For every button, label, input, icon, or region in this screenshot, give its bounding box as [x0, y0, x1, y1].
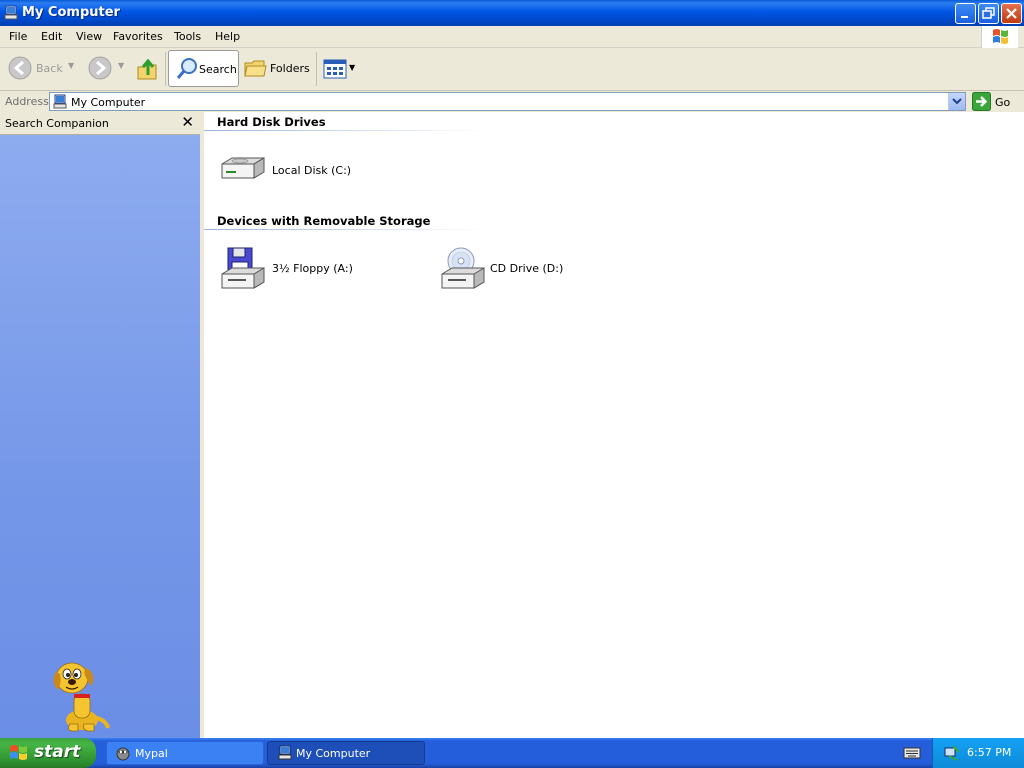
address-dropdown-button[interactable] — [948, 93, 965, 110]
address-bar: Address My Computer Go — [0, 91, 1024, 112]
search-label: Search — [199, 63, 237, 76]
go-label: Go — [995, 96, 1011, 109]
menu-file[interactable]: File — [9, 30, 27, 43]
toolbar-separator — [165, 52, 166, 86]
back-dropdown-icon: ▼ — [68, 61, 75, 70]
computer-icon — [53, 94, 67, 109]
mypal-icon — [116, 747, 130, 761]
content-area: Hard Disk Drives Local Disk (C:) Devices… — [204, 112, 1024, 738]
title-bar[interactable]: My Computer — [0, 0, 1024, 26]
address-label: Address — [5, 95, 49, 108]
search-companion-pane: Search Companion ✕ — [0, 112, 200, 738]
network-icon[interactable] — [943, 744, 961, 762]
windows-flag-icon — [993, 29, 1008, 44]
system-tray: 6:57 PM — [932, 738, 1024, 768]
views-icon — [323, 59, 347, 79]
close-button[interactable] — [1001, 3, 1022, 24]
taskbar: start Mypal My Computer 6:57 PM — [0, 738, 1024, 768]
drive-item-local-disk-c[interactable]: Local Disk (C:) — [218, 152, 358, 188]
views-dropdown-icon: ▼ — [349, 63, 356, 72]
up-folder-icon — [137, 58, 157, 80]
search-companion-title: Search Companion — [5, 117, 109, 130]
chevron-down-icon — [952, 98, 962, 105]
views-button[interactable]: ▼ — [323, 58, 357, 80]
clock[interactable]: 6:57 PM — [967, 746, 1011, 759]
address-input[interactable]: My Computer — [49, 92, 966, 111]
restore-button[interactable] — [978, 3, 999, 24]
menu-tools[interactable]: Tools — [174, 30, 201, 43]
drive-label: 3½ Floppy (A:) — [272, 262, 353, 275]
minimize-button[interactable] — [955, 3, 976, 24]
drive-label: Local Disk (C:) — [272, 164, 352, 177]
window-title: My Computer — [22, 5, 120, 20]
taskbar-label: Mypal — [135, 747, 168, 760]
close-icon — [1006, 8, 1017, 19]
folders-button[interactable]: Folders — [243, 56, 310, 82]
group-header-removable-storage: Devices with Removable Storage — [217, 214, 431, 228]
menu-view[interactable]: View — [76, 30, 102, 43]
floppy-drive-icon — [221, 247, 265, 289]
drive-item-floppy-a[interactable]: 3½ Floppy (A:) — [218, 246, 358, 294]
start-button[interactable]: start — [0, 738, 96, 768]
taskbar-label: My Computer — [296, 747, 371, 760]
up-folder-button[interactable] — [135, 55, 161, 83]
menu-edit[interactable]: Edit — [41, 30, 62, 43]
group-header-hard-disk-drives: Hard Disk Drives — [217, 115, 326, 129]
forward-dropdown-icon: ▼ — [118, 61, 125, 70]
windows-flag-icon — [10, 745, 27, 760]
drive-item-cd-d[interactable]: CD Drive (D:) — [438, 246, 578, 294]
menu-help[interactable]: Help — [215, 30, 240, 43]
go-button[interactable]: Go — [972, 92, 1022, 111]
forward-button[interactable]: ▼ — [88, 56, 128, 82]
search-dog-icon[interactable] — [50, 660, 110, 732]
toolbar-separator — [316, 52, 317, 86]
computer-icon — [4, 5, 18, 20]
minimize-icon — [961, 16, 968, 18]
folders-label: Folders — [270, 62, 310, 75]
go-arrow-icon — [972, 92, 991, 111]
back-arrow-icon — [8, 56, 32, 80]
menu-favorites[interactable]: Favorites — [113, 30, 163, 43]
close-pane-icon[interactable]: ✕ — [181, 113, 194, 131]
restore-icon — [982, 7, 995, 19]
menu-bar: File Edit View Favorites Tools Help — [0, 26, 1024, 48]
folders-icon — [244, 60, 267, 77]
taskbar-button-my-computer[interactable]: My Computer — [267, 741, 425, 765]
toolbar: Back ▼ ▼ Search Folders ▼ — [0, 48, 1024, 91]
search-companion-header: Search Companion ✕ — [0, 112, 200, 135]
cd-drive-icon — [441, 247, 485, 289]
back-label: Back — [36, 62, 63, 75]
computer-icon — [278, 745, 292, 760]
group-divider — [204, 229, 484, 230]
group-divider — [204, 130, 484, 131]
address-value: My Computer — [71, 96, 146, 109]
drive-label: CD Drive (D:) — [490, 262, 564, 275]
keyboard-icon[interactable] — [903, 746, 921, 760]
search-icon — [176, 58, 197, 79]
back-button[interactable]: Back ▼ — [8, 56, 80, 82]
windows-logo — [981, 26, 1018, 48]
forward-arrow-icon — [88, 56, 112, 80]
start-label: start — [34, 742, 81, 762]
hard-disk-icon — [221, 157, 265, 179]
search-button[interactable]: Search — [168, 50, 239, 87]
taskbar-button-mypal[interactable]: Mypal — [106, 741, 264, 765]
